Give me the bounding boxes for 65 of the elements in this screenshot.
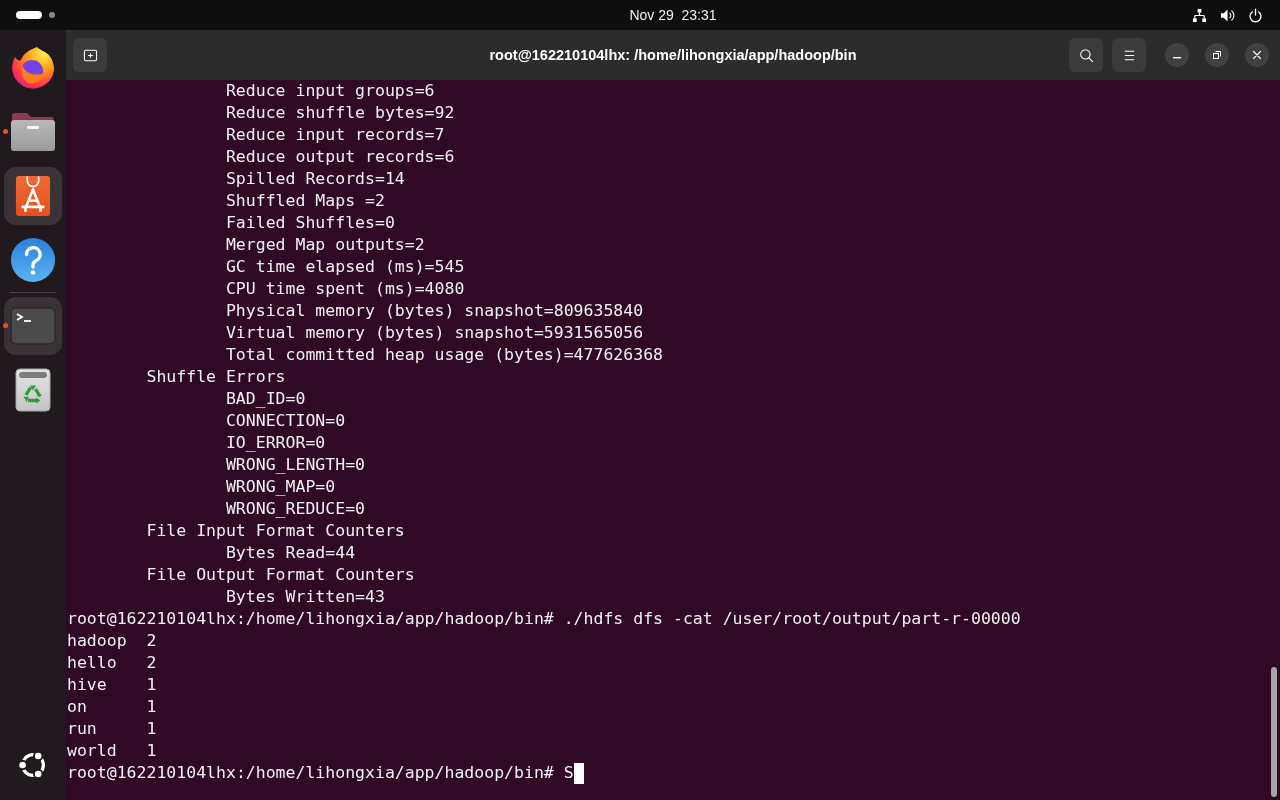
menu-button[interactable] [1112, 38, 1146, 72]
counter-line: IO_ERROR=0 [225, 432, 326, 454]
output-word: hadoop [67, 630, 127, 652]
output-count: 2 [146, 630, 157, 652]
minimize-button[interactable] [1165, 43, 1189, 67]
close-button[interactable] [1245, 43, 1269, 67]
output-word: hello [67, 652, 117, 674]
counter-line: Spilled Records=14 [225, 168, 405, 190]
counter-line: Reduce input records=7 [225, 124, 445, 146]
command-text: ./hdfs dfs -cat /user/root/output/part-r-00000 [563, 608, 1021, 630]
counter-line: WRONG_LENGTH=0 [225, 454, 365, 476]
typed-input-text: S [563, 762, 574, 784]
counter-line: Reduce input groups=6 [225, 80, 435, 102]
question-mark-icon [11, 238, 55, 282]
counter-line: Virtual memory (bytes) snapshot=5931565056 [225, 322, 644, 344]
output-count: 2 [146, 652, 157, 674]
counter-line: Merged Map outputs=2 [225, 234, 425, 256]
new-tab-button[interactable] [73, 38, 107, 72]
counter-group-title: Shuffle Errors [146, 366, 286, 388]
scrollbar-thumb[interactable] [1271, 667, 1277, 797]
power-icon [1248, 7, 1263, 23]
counter-line: CPU time spent (ms)=4080 [225, 278, 465, 300]
counter-line: Physical memory (bytes) snapshot=809635840 [225, 300, 644, 322]
shell-prompt: root@162210104lhx:/home/lihongxia/app/hadoop/bin# [67, 608, 554, 630]
close-icon [1252, 50, 1262, 60]
counter-group-title: File Input Format Counters [146, 520, 405, 542]
counter-line: WRONG_REDUCE=0 [225, 498, 365, 520]
dock-app-button[interactable] [4, 167, 62, 225]
search-icon [1078, 47, 1094, 63]
counter-line: Bytes Read=44 [225, 542, 356, 564]
minimize-icon [1173, 57, 1181, 59]
output-word: on [67, 696, 87, 718]
fox-globe-icon [11, 46, 55, 90]
counter-line: Bytes Written=43 [225, 586, 385, 608]
output-word: world [67, 740, 117, 762]
output-count: 1 [146, 740, 157, 762]
new-tab-icon [82, 47, 98, 63]
counter-group-title: File Output Format Counters [146, 564, 415, 586]
counter-line: Reduce output records=6 [225, 146, 455, 168]
output-count: 1 [146, 718, 157, 740]
shell-prompt: root@162210104lhx:/home/lihongxia/app/hadoop/bin# [67, 762, 554, 784]
counter-line: Failed Shuffles=0 [225, 212, 395, 234]
counter-line: Shuffled Maps =2 [225, 190, 385, 212]
counter-line: GC time elapsed (ms)=545 [225, 256, 465, 278]
output-count: 1 [146, 696, 157, 718]
recycle-bin-icon [15, 368, 51, 412]
folder-icon [10, 112, 56, 152]
output-word: run [67, 718, 97, 740]
output-count: 1 [146, 674, 157, 696]
window-title: root@162210104lhx: /home/lihongxia/app/hadoop/bin [489, 46, 857, 64]
restore-icon [1212, 50, 1222, 60]
network-icon [1192, 7, 1207, 23]
clock-text[interactable]: Nov 29 23:31 [629, 6, 717, 24]
output-word: hive [67, 674, 107, 696]
counter-line: Reduce shuffle bytes=92 [225, 102, 455, 124]
speaker-icon [1220, 7, 1235, 23]
terminal-icon [10, 307, 56, 345]
restore-button[interactable] [1205, 43, 1229, 67]
counter-line: WRONG_MAP=0 [225, 476, 336, 498]
cursor-block-icon [573, 763, 584, 784]
counter-line: BAD_ID=0 [225, 388, 306, 410]
counter-line: Total committed heap usage (bytes)=477626368 [225, 344, 664, 366]
search-button[interactable] [1069, 38, 1103, 72]
shopping-bag-icon [15, 175, 51, 217]
counter-line: CONNECTION=0 [225, 410, 346, 432]
